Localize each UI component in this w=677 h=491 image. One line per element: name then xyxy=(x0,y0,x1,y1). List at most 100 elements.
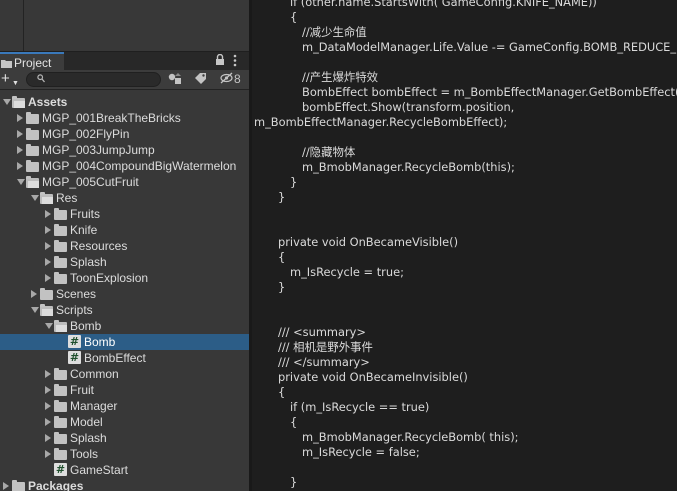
project-folder-icon xyxy=(1,60,12,68)
folder-item[interactable]: Scripts xyxy=(0,302,249,318)
folder-item[interactable]: MGP_003JumpJump xyxy=(0,142,249,158)
folder-item[interactable]: Fruit xyxy=(0,382,249,398)
plus-icon: + xyxy=(1,70,10,87)
chevron-down-icon[interactable] xyxy=(45,323,53,329)
tree-item-label: MGP_005CutFruit xyxy=(42,175,139,189)
chevron-right-icon[interactable] xyxy=(45,386,51,394)
folder-item[interactable]: MGP_005CutFruit xyxy=(0,174,249,190)
folder-item[interactable]: Splash xyxy=(0,430,249,446)
code-line: } xyxy=(278,190,286,204)
code-line: } xyxy=(278,280,286,294)
tree-item-label: Bomb xyxy=(84,335,116,349)
folder-open-icon xyxy=(12,96,25,108)
create-menu-button[interactable]: + ▼ xyxy=(0,71,24,88)
folder-open-icon xyxy=(54,320,67,332)
tree-item-label: Common xyxy=(70,367,119,381)
folder-icon xyxy=(54,384,67,396)
folder-open-icon xyxy=(40,192,53,204)
chevron-right-icon[interactable] xyxy=(45,450,51,458)
folder-item[interactable]: Knife xyxy=(0,222,249,238)
filter-by-label-icon[interactable] xyxy=(194,72,208,88)
code-line: //隐藏物体 xyxy=(302,145,356,159)
tree-item-label: MGP_002FlyPin xyxy=(42,127,130,141)
project-window: Project + ▼ 8 Assets MGP_001BreakTheBric… xyxy=(0,0,249,491)
folder-item[interactable]: Bomb xyxy=(0,318,249,334)
code-line: /// </summary> xyxy=(278,355,370,369)
csharp-script-icon: # xyxy=(54,463,67,476)
chevron-down-icon[interactable] xyxy=(31,307,39,313)
folder-item[interactable]: Resources xyxy=(0,238,249,254)
chevron-right-icon[interactable] xyxy=(45,226,51,234)
chevron-down-icon: ▼ xyxy=(12,80,19,87)
chevron-right-icon[interactable] xyxy=(45,370,51,378)
folder-item[interactable]: Common xyxy=(0,366,249,382)
chevron-right-icon[interactable] xyxy=(17,130,23,138)
folder-icon xyxy=(54,208,67,220)
chevron-right-icon[interactable] xyxy=(45,258,51,266)
code-line: { xyxy=(278,250,286,264)
chevron-down-icon[interactable] xyxy=(17,179,25,185)
folder-item[interactable]: Manager xyxy=(0,398,249,414)
code-line: { xyxy=(290,415,298,429)
folder-item[interactable]: ToonExplosion xyxy=(0,270,249,286)
lock-icon[interactable] xyxy=(215,53,225,69)
code-line: if (m_IsRecycle == true) xyxy=(290,400,430,414)
chevron-right-icon[interactable] xyxy=(45,418,51,426)
script-item[interactable]: # GameStart xyxy=(0,462,249,478)
folder-item[interactable]: Splash xyxy=(0,254,249,270)
chevron-down-icon[interactable] xyxy=(31,195,39,201)
search-input[interactable] xyxy=(26,72,161,87)
chevron-right-icon[interactable] xyxy=(3,482,9,490)
hidden-packages-count: 8 xyxy=(234,72,241,86)
script-item[interactable]: # Bomb xyxy=(0,334,249,350)
folder-item[interactable]: MGP_001BreakTheBricks xyxy=(0,110,249,126)
folder-item[interactable]: Res xyxy=(0,190,249,206)
upper-panel-area xyxy=(0,0,249,51)
kebab-menu-icon[interactable] xyxy=(233,54,237,70)
code-line: //产生爆炸特效 xyxy=(302,70,379,84)
chevron-right-icon[interactable] xyxy=(31,290,37,298)
folder-item[interactable]: Tools xyxy=(0,446,249,462)
tree-item-label: ToonExplosion xyxy=(70,271,149,285)
tree-item-label: Fruits xyxy=(70,207,100,221)
chevron-right-icon[interactable] xyxy=(45,210,51,218)
folder-item[interactable]: Model xyxy=(0,414,249,430)
tree-item-label: MGP_003JumpJump xyxy=(42,143,155,157)
chevron-right-icon[interactable] xyxy=(17,146,23,154)
folder-open-icon xyxy=(40,304,53,316)
project-tab-label: Project xyxy=(14,56,52,70)
tree-item-label: Assets xyxy=(28,95,68,109)
folder-icon xyxy=(54,400,67,412)
folder-icon xyxy=(26,112,39,124)
folder-icon xyxy=(54,416,67,428)
tab-project[interactable]: Project xyxy=(0,52,64,71)
folder-item[interactable]: MGP_004CompoundBigWatermelon xyxy=(0,158,249,174)
chevron-down-icon[interactable] xyxy=(3,99,11,105)
folder-item[interactable]: Assets xyxy=(0,94,249,110)
folder-icon xyxy=(26,128,39,140)
filter-by-type-icon[interactable] xyxy=(168,72,184,88)
hidden-packages-toggle[interactable]: 8 xyxy=(220,72,241,88)
chevron-right-icon[interactable] xyxy=(17,114,23,122)
folder-item[interactable]: Fruits xyxy=(0,206,249,222)
code-line: m_BombEffectManager.RecycleBombEffect); xyxy=(254,115,508,129)
folder-icon xyxy=(40,288,53,300)
chevron-right-icon[interactable] xyxy=(45,402,51,410)
tree-item-label: BombEffect xyxy=(84,351,146,365)
chevron-right-icon[interactable] xyxy=(45,242,51,250)
chevron-right-icon[interactable] xyxy=(17,162,23,170)
chevron-right-icon[interactable] xyxy=(45,274,51,282)
tree-item-label: Scenes xyxy=(56,287,97,301)
folder-icon xyxy=(54,368,67,380)
folder-icon xyxy=(26,144,39,156)
script-item[interactable]: # BombEffect xyxy=(0,350,249,366)
tree-item-label: Manager xyxy=(70,399,118,413)
code-editor[interactable]: if (other.name.StartsWith( GameConfig.KN… xyxy=(252,0,677,491)
folder-item[interactable]: Scenes xyxy=(0,286,249,302)
folder-item[interactable]: MGP_002FlyPin xyxy=(0,126,249,142)
project-toolbar: + ▼ 8 xyxy=(0,70,249,90)
chevron-right-icon[interactable] xyxy=(45,434,51,442)
folder-item[interactable]: Packages xyxy=(0,478,249,491)
code-line: m_BmobManager.RecycleBomb(this); xyxy=(302,160,515,174)
tree-item-label: GameStart xyxy=(70,463,129,477)
